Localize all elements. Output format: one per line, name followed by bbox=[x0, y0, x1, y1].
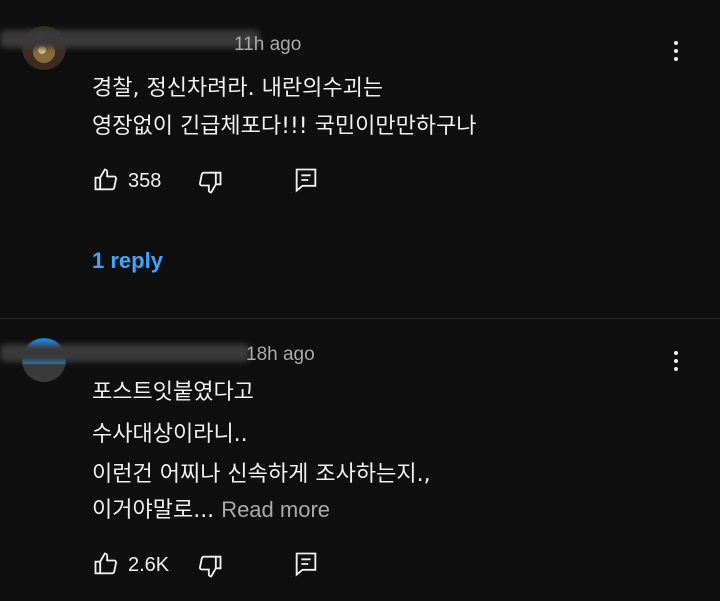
comment-actions: 358 bbox=[92, 166, 392, 196]
comment-timestamp: 18h ago bbox=[246, 344, 315, 365]
redacted-username bbox=[0, 344, 250, 362]
comment-text-line: 수사대상이라니.. bbox=[92, 422, 248, 447]
read-more-link[interactable]: Read more bbox=[221, 497, 330, 522]
comment-text-truncated: 이거야말로... bbox=[92, 498, 215, 523]
divider bbox=[0, 318, 720, 319]
comment-text-line: 경찰, 정신차려라. 내란의수괴는 bbox=[92, 76, 384, 101]
like-button[interactable] bbox=[92, 166, 120, 198]
thumbs-down-icon bbox=[199, 171, 222, 194]
more-vert-icon bbox=[674, 41, 678, 45]
more-options-button[interactable] bbox=[664, 346, 688, 376]
comment-text-line: 포스트잇붙였다고 bbox=[92, 380, 254, 405]
reply-comment-icon bbox=[295, 168, 317, 193]
like-count: 358 bbox=[128, 170, 162, 192]
reply-button[interactable] bbox=[292, 166, 320, 198]
comment-text-line: 영장없이 긴급체포다!!! 국민이만만하구나 bbox=[92, 114, 477, 139]
redacted-username bbox=[0, 30, 260, 48]
dislike-button[interactable] bbox=[196, 552, 224, 584]
more-options-button[interactable] bbox=[664, 36, 688, 66]
thumbs-up-icon bbox=[94, 168, 117, 191]
dislike-button[interactable] bbox=[196, 168, 224, 200]
view-replies-button[interactable]: 1 reply bbox=[92, 248, 163, 274]
like-button[interactable] bbox=[92, 550, 120, 582]
more-vert-icon bbox=[674, 351, 678, 355]
comment-thread-1: 11h ago 경찰, 정신차려라. 내란의수괴는 영장없이 긴급체포다!!! … bbox=[0, 0, 720, 300]
like-count: 2.6K bbox=[128, 554, 170, 576]
comment-thread-2: 18h ago 포스트잇붙였다고 수사대상이라니.. 이런건 어찌나 신속하게 … bbox=[0, 330, 720, 601]
reply-button[interactable] bbox=[292, 550, 320, 582]
thumbs-up-icon bbox=[94, 552, 117, 575]
reply-comment-icon bbox=[295, 552, 317, 577]
comment-text-line: 이거야말로... Read more bbox=[92, 492, 330, 524]
comment-actions: 2.6K bbox=[92, 550, 392, 580]
comment-text-line: 이런건 어찌나 신속하게 조사하는지., bbox=[92, 462, 431, 487]
thumbs-down-icon bbox=[199, 555, 222, 578]
comment-timestamp: 11h ago bbox=[234, 34, 302, 55]
